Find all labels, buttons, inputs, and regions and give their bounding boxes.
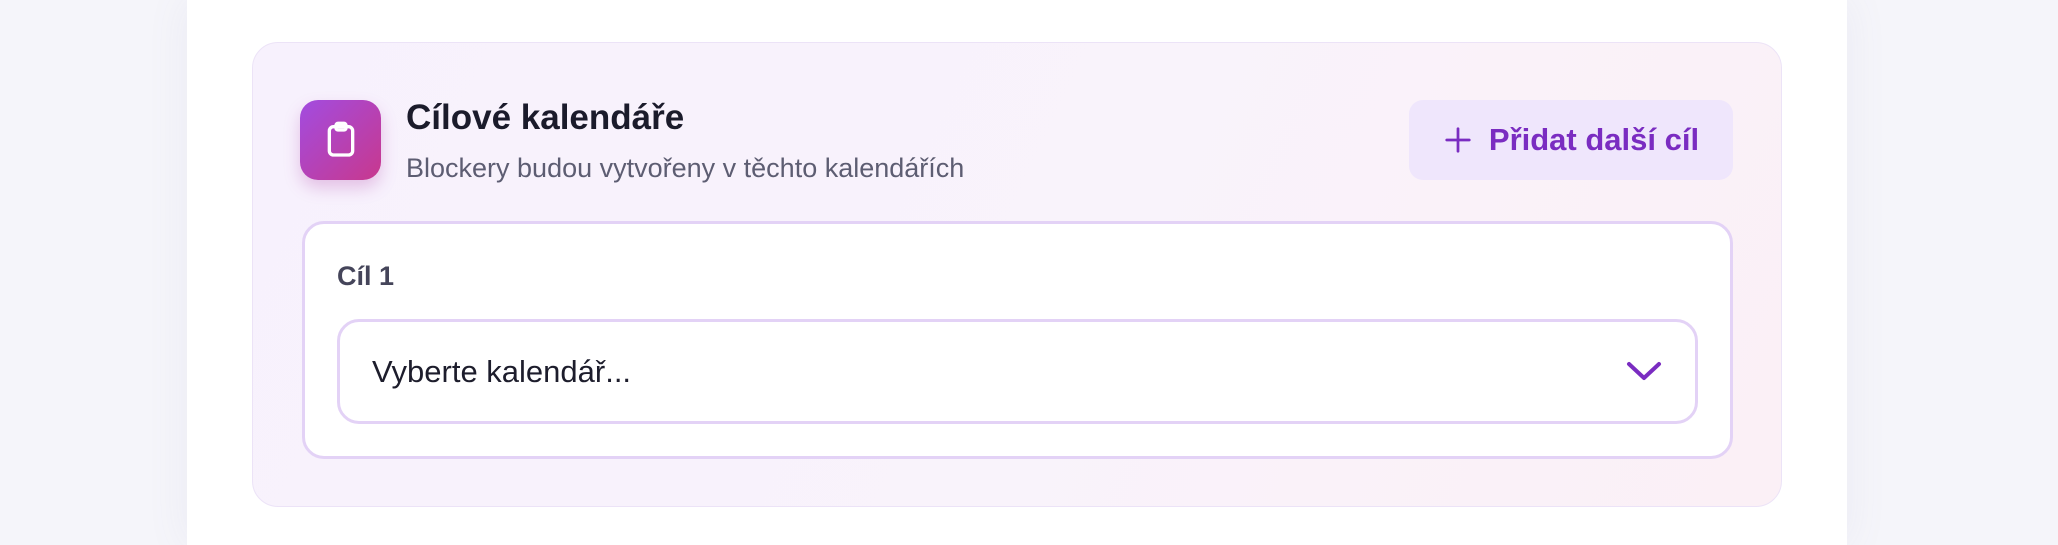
add-target-button-label: Přidat další cíl (1488, 122, 1700, 157)
add-target-button[interactable]: Přidat další cíl (1409, 100, 1733, 180)
chevron-down-icon[interactable] (1625, 356, 1663, 386)
target-label: Cíl 1 (337, 261, 395, 291)
calendar-select-value: Vyberte kalendář... (372, 354, 632, 389)
section-title: Cílové kalendáře (406, 98, 685, 137)
plus-icon (1445, 127, 1471, 153)
clipboard-icon (300, 100, 381, 180)
section-subtitle: Blockery budou vytvořeny v těchto kalend… (406, 153, 965, 183)
